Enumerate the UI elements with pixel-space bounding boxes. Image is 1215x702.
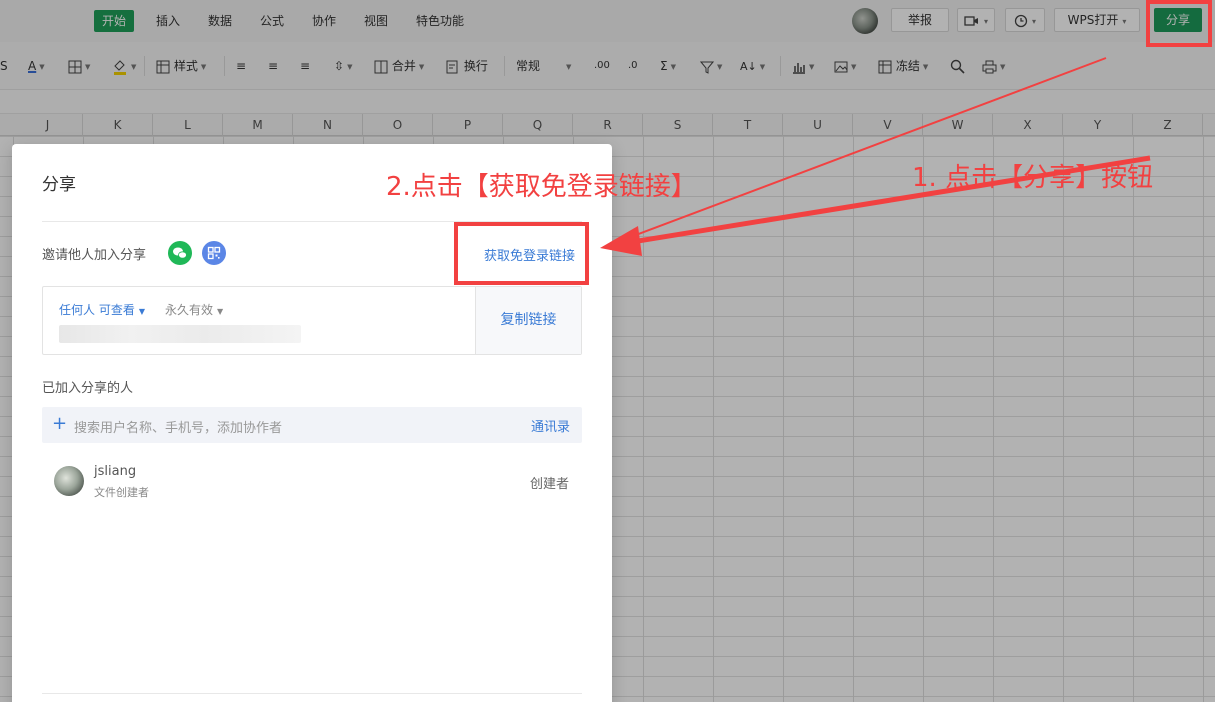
invite-label: 邀请他人加入分享 <box>42 248 147 263</box>
copy-link-button[interactable]: 复制链接 <box>475 287 581 354</box>
share-link-box: 任何人 可查看 ▼ 永久有效 ▼ 复制链接 <box>42 286 582 355</box>
avatar <box>54 466 84 496</box>
validity-select[interactable]: 永久有效 ▼ <box>165 301 223 318</box>
chevron-down-icon: ▼ <box>138 307 145 316</box>
plus-icon: + <box>52 413 68 434</box>
dialog-title: 分享 <box>42 175 76 195</box>
member-subtitle: 文件创建者 <box>94 486 149 499</box>
dialog-divider <box>42 693 582 694</box>
free-link-highlight <box>454 222 589 285</box>
permission-value: 任何人 可查看 <box>59 303 135 317</box>
annotation-step-1: 1. 点击【分享】按钮 <box>912 163 1154 193</box>
member-name: jsliang <box>94 464 137 479</box>
annotation-step-2: 2.点击【获取免登录链接】 <box>386 172 697 202</box>
chevron-down-icon: ▼ <box>217 307 224 316</box>
search-placeholder: 搜索用户名称、手机号，添加协作者 <box>74 421 283 436</box>
blurred-share-url <box>59 325 301 343</box>
qr-code-icon[interactable] <box>202 241 226 265</box>
contacts-link[interactable]: 通讯录 <box>531 416 570 435</box>
member-role: 创建者 <box>530 477 570 492</box>
wechat-icon[interactable] <box>168 241 192 265</box>
joined-members-label: 已加入分享的人 <box>42 381 134 396</box>
add-collaborator-search[interactable]: + 搜索用户名称、手机号，添加协作者 通讯录 <box>42 407 582 443</box>
permission-select[interactable]: 任何人 可查看 ▼ <box>59 301 145 318</box>
share-button-highlight <box>1146 0 1212 47</box>
validity-value: 永久有效 <box>165 303 214 317</box>
